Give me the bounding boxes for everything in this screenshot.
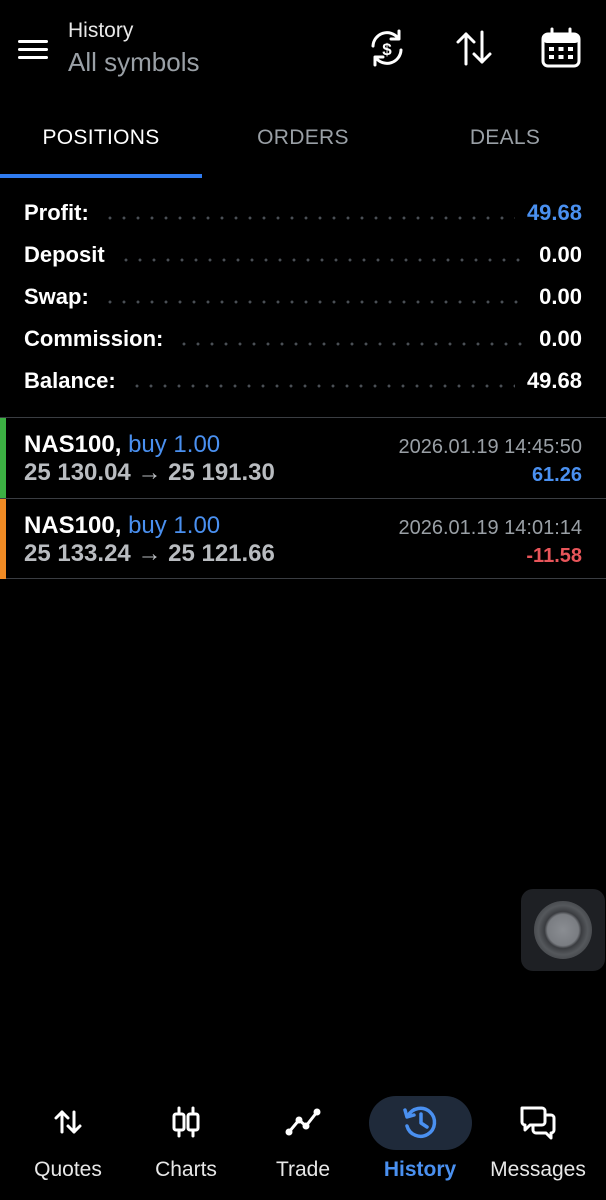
summary-value: 49.68	[526, 200, 582, 225]
tab-deals[interactable]: DEALS	[404, 108, 606, 178]
calendar-icon[interactable]	[539, 26, 583, 70]
position-side: buy 1.00	[128, 431, 221, 458]
svg-text:$: $	[382, 40, 392, 59]
summary-value: 0.00	[539, 242, 582, 267]
page-title: History	[68, 19, 134, 42]
active-tab-indicator	[0, 174, 202, 178]
position-profit: 61.26	[531, 464, 582, 486]
position-side: buy 1.00	[128, 512, 221, 539]
summary-value: 0.00	[539, 326, 582, 351]
nav-trade[interactable]: Trade	[243, 1088, 363, 1200]
list-item[interactable]: NAS100, buy 1.00 25 133.24 → 25 121.66 2…	[0, 498, 606, 579]
app-header: History All symbols $	[0, 0, 606, 108]
nav-quotes[interactable]: Quotes	[8, 1088, 128, 1200]
history-screen: History All symbols $ POSITIONS ORDERS D…	[0, 0, 606, 1200]
summary-panel: Profit: 49.68 Deposit 0.00 Swap: 0.00 Co…	[0, 192, 606, 402]
dotted-leader	[129, 384, 515, 388]
summary-row-commission: Commission: 0.00	[0, 318, 606, 360]
menu-icon[interactable]	[16, 36, 50, 64]
sync-currency-icon[interactable]: $	[365, 26, 409, 70]
tab-orders[interactable]: ORDERS	[202, 108, 404, 178]
nav-label: Messages	[490, 1158, 586, 1181]
position-profit: -11.58	[526, 545, 582, 567]
summary-label: Profit:	[24, 200, 89, 225]
nav-label: Quotes	[34, 1158, 102, 1181]
summary-value: 0.00	[539, 284, 582, 309]
sort-icon[interactable]	[452, 26, 496, 70]
history-tabs: POSITIONS ORDERS DEALS	[0, 108, 606, 178]
position-status-bar	[0, 499, 6, 579]
dotted-leader	[118, 258, 528, 262]
summary-row-swap: Swap: 0.00	[0, 276, 606, 318]
dotted-leader	[177, 342, 528, 346]
dotted-leader	[102, 300, 528, 304]
tab-positions[interactable]: POSITIONS	[0, 108, 202, 178]
bottom-navigation: Quotes Charts Trade History Messages	[0, 1088, 606, 1200]
nav-label: Trade	[275, 1158, 331, 1181]
floating-ball-icon	[534, 901, 592, 959]
summary-row-balance: Balance: 49.68	[0, 360, 606, 402]
list-item[interactable]: NAS100, buy 1.00 25 130.04 → 25 191.30 2…	[0, 417, 606, 498]
nav-label: Charts	[155, 1158, 217, 1181]
charts-icon	[166, 1102, 206, 1142]
nav-messages[interactable]: Messages	[478, 1088, 598, 1200]
nav-charts[interactable]: Charts	[126, 1088, 246, 1200]
messages-icon	[518, 1102, 558, 1142]
quotes-icon	[48, 1102, 88, 1142]
summary-label: Commission:	[24, 326, 164, 351]
floating-assistive-button[interactable]	[521, 889, 605, 971]
position-title: NAS100, buy 1.00	[24, 430, 220, 460]
summary-label: Deposit	[24, 242, 105, 267]
position-symbol: NAS100,	[24, 431, 122, 458]
summary-row-deposit: Deposit 0.00	[0, 234, 606, 276]
summary-row-profit: Profit: 49.68	[0, 192, 606, 234]
position-datetime: 2026.01.19 14:01:14	[398, 517, 582, 539]
history-icon	[400, 1102, 440, 1142]
symbol-filter[interactable]: All symbols	[68, 46, 199, 78]
position-status-bar	[0, 418, 6, 498]
dotted-leader	[102, 216, 515, 220]
nav-history[interactable]: History	[360, 1088, 480, 1200]
position-symbol: NAS100,	[24, 512, 122, 539]
title-block[interactable]: History All symbols	[68, 18, 199, 78]
position-prices: 25 130.04 → 25 191.30	[24, 459, 275, 486]
position-datetime: 2026.01.19 14:45:50	[398, 436, 582, 458]
summary-label: Balance:	[24, 368, 116, 393]
positions-list: NAS100, buy 1.00 25 130.04 → 25 191.30 2…	[0, 417, 606, 579]
position-title: NAS100, buy 1.00	[24, 511, 220, 541]
summary-value: 49.68	[526, 368, 582, 393]
nav-label: History	[383, 1158, 457, 1181]
position-prices: 25 133.24 → 25 121.66	[24, 540, 275, 567]
trade-icon	[283, 1102, 323, 1142]
summary-label: Swap:	[24, 284, 89, 309]
